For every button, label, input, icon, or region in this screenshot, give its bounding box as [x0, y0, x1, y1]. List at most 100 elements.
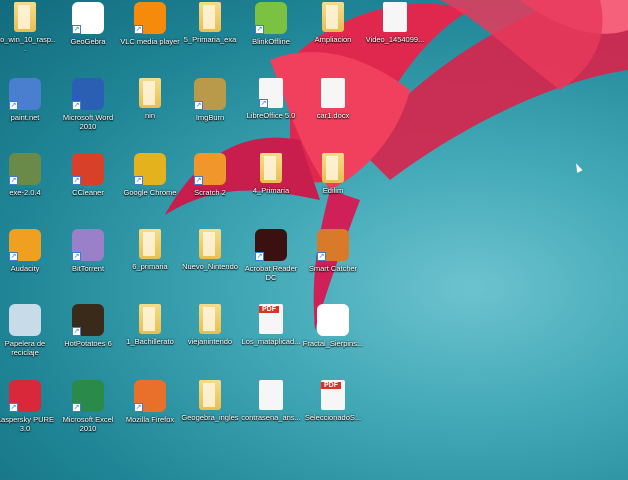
desktop-icon[interactable]: ↗ Kaspersky PURE 3.0	[0, 380, 56, 433]
desktop-icon[interactable]: ↗ Microsoft Word 2010	[57, 78, 119, 131]
desktop-icon[interactable]: ↗ Microsoft Excel 2010	[57, 380, 119, 433]
desktop-icon-label: Papelera de reciclaje	[4, 339, 46, 357]
app-icon: ↗	[194, 78, 226, 110]
app-icon	[9, 304, 41, 336]
desktop-icon-label: Microsoft Excel 2010	[62, 415, 114, 433]
desktop-icon-label: Microsoft Word 2010	[62, 113, 114, 131]
app-icon: ↗	[317, 229, 349, 261]
desktop-icon[interactable]: Nuevo_Nintendo	[179, 229, 241, 271]
pdf-file-icon	[259, 304, 283, 334]
desktop-icon-label: 5_Primaria_exa	[183, 35, 237, 44]
app-icon: ↗	[194, 153, 226, 185]
shortcut-arrow-icon: ↗	[194, 176, 203, 185]
file-icon: ↗	[259, 78, 283, 108]
app-icon: ↗	[134, 153, 166, 185]
desktop-icon-label: Scratch 2	[194, 188, 226, 197]
desktop-icon-label: Ampliacion	[314, 35, 352, 44]
folder-icon	[199, 380, 221, 410]
desktop-icon[interactable]: nin	[119, 78, 181, 120]
desktop-icon[interactable]: ↗ BlinkOffline	[240, 2, 302, 46]
file-icon	[383, 2, 407, 32]
pdf-file-icon	[321, 380, 345, 410]
desktop-icon-label: Kaspersky PURE 3.0	[0, 415, 54, 433]
app-icon: ↗	[72, 304, 104, 336]
desktop-icon-label: ImgBurn	[195, 113, 225, 122]
folder-icon	[199, 2, 221, 32]
desktop-icon[interactable]: Geogebra_ingles	[179, 380, 241, 422]
desktop-icon-label: car1.docx	[316, 111, 350, 120]
shortcut-arrow-icon: ↗	[72, 252, 81, 261]
shortcut-arrow-icon: ↗	[9, 403, 18, 412]
desktop-icon-label: Smart Catcher	[308, 264, 358, 273]
desktop-icon[interactable]: car1.docx	[302, 78, 364, 120]
desktop-icon[interactable]: contrasena_ans...	[240, 380, 302, 422]
desktop-icon[interactable]: Video_1454099...	[364, 2, 426, 44]
desktop-icon[interactable]: Fractal_Sierpins...	[302, 304, 364, 348]
shortcut-arrow-icon: ↗	[72, 25, 81, 34]
desktop-icon[interactable]: ↗ Google Chrome	[119, 153, 181, 197]
shortcut-arrow-icon: ↗	[317, 252, 326, 261]
app-icon: ↗	[72, 229, 104, 261]
app-icon: ↗	[72, 380, 104, 412]
app-icon: ↗	[9, 153, 41, 185]
desktop-icon[interactable]: Ampliacion	[302, 2, 364, 44]
desktop-icon-label: Google Chrome	[123, 188, 177, 197]
desktop-icon[interactable]: 1_Bachillerato	[119, 304, 181, 346]
shortcut-arrow-icon: ↗	[72, 101, 81, 110]
app-icon: ↗	[134, 380, 166, 412]
desktop-icon[interactable]: ↗ BitTorrent	[57, 229, 119, 273]
shortcut-arrow-icon: ↗	[72, 327, 81, 336]
desktop-icon[interactable]: ↗ Mozilla Firefox	[119, 380, 181, 424]
folder-icon	[139, 78, 161, 108]
folder-icon	[199, 229, 221, 259]
desktop-icon-label: GeoGebra	[70, 37, 106, 46]
file-icon	[259, 380, 283, 410]
desktop-icon-label: Fractal_Sierpins...	[302, 339, 364, 348]
shortcut-arrow-icon: ↗	[134, 176, 143, 185]
desktop-icon[interactable]: 4_Primaria	[240, 153, 302, 195]
shortcut-arrow-icon: ↗	[9, 252, 18, 261]
desktop-icon[interactable]: ↗ ImgBurn	[179, 78, 241, 122]
desktop-icon[interactable]: ↗ Acrobat Reader DC	[240, 229, 302, 282]
desktop-icon[interactable]: ↗ exe-2.0.4	[0, 153, 56, 197]
shortcut-arrow-icon: ↗	[134, 25, 143, 34]
shortcut-arrow-icon: ↗	[194, 101, 203, 110]
desktop-icon-label: contrasena_ans...	[241, 413, 301, 422]
desktop-icon-label: VLC media player	[120, 37, 180, 46]
shortcut-arrow-icon: ↗	[255, 252, 264, 261]
desktop-icon[interactable]: ↗ Scratch 2	[179, 153, 241, 197]
desktop-icon[interactable]: Papelera de reciclaje	[0, 304, 56, 357]
desktop-icon[interactable]: ↗ CCleaner	[57, 153, 119, 197]
app-icon: ↗	[255, 229, 287, 261]
folder-icon	[322, 153, 344, 183]
app-icon: ↗	[255, 2, 287, 34]
desktop-icon[interactable]: ↗ LibreOffice 5.0	[240, 78, 302, 120]
desktop-icon[interactable]: iso_win_10_rasp...	[0, 2, 56, 53]
desktop-icon[interactable]: ↗ GeoGebra	[57, 2, 119, 46]
desktop-icon-label: 6_primaria	[132, 262, 168, 271]
desktop-icon[interactable]: 5_Primaria_exa	[179, 2, 241, 44]
desktop-icon-label: Los_mataplicad...	[241, 337, 301, 346]
desktop-icon-label: BitTorrent	[71, 264, 105, 273]
desktop-icon[interactable]: Los_mataplicad...	[240, 304, 302, 346]
desktop-icon[interactable]: ↗ paint.net	[0, 78, 56, 122]
desktop-icon[interactable]: ↗ VLC media player	[119, 2, 181, 46]
desktop-icon[interactable]: Edilim	[302, 153, 364, 195]
desktop-icon-label: nin	[144, 111, 155, 120]
desktop-icon-label: Audacity	[10, 264, 40, 273]
desktop-icon[interactable]: SeleccionadoS...	[302, 380, 364, 422]
folder-icon	[14, 2, 36, 32]
desktop-icon-label: exe-2.0.4	[9, 188, 41, 197]
desktop-icon-label: Nuevo_Nintendo	[182, 262, 238, 271]
desktop-icon[interactable]: ↗ Audacity	[0, 229, 56, 273]
folder-icon	[139, 304, 161, 334]
app-icon: ↗	[72, 78, 104, 110]
desktop-icon-label: Video_1454099...	[365, 35, 425, 44]
app-icon: ↗	[72, 153, 104, 185]
shortcut-arrow-icon: ↗	[72, 403, 81, 412]
desktop-icon[interactable]: ↗ Smart Catcher	[302, 229, 364, 273]
desktop-icon[interactable]: 6_primaria	[119, 229, 181, 271]
desktop-icon[interactable]: viejanintendo	[179, 304, 241, 346]
desktop-icon-label: Acrobat Reader DC	[244, 264, 298, 282]
desktop-icon[interactable]: ↗ HotPotatoes 6	[57, 304, 119, 348]
